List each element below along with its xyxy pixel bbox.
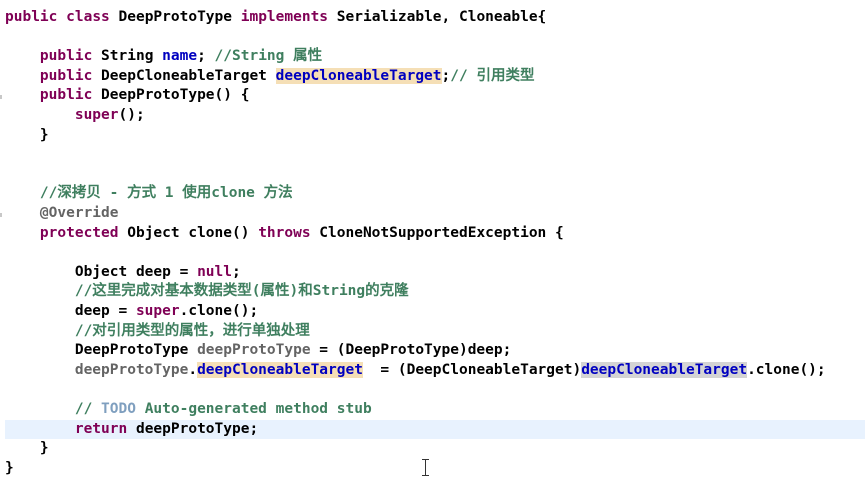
code-line[interactable]: }	[5, 126, 49, 146]
code-token: super	[74, 107, 119, 123]
code-token: //深拷贝 - 方式 1 使用clone 方法	[39, 185, 293, 202]
code-token: deepCloneableTarget	[197, 361, 363, 378]
code-line[interactable]: //深拷贝 - 方式 1 使用clone 方法	[5, 184, 293, 204]
code-line[interactable]: @Override	[5, 204, 119, 224]
code-token: }	[5, 440, 49, 457]
code-token: public	[39, 67, 93, 84]
code-token: deep =	[5, 303, 136, 319]
code-line[interactable]: }	[5, 439, 49, 459]
code-line[interactable]: //对引用类型的属性，进行单独处理	[5, 322, 310, 342]
code-line[interactable]: public String name; //String 属性	[5, 47, 322, 67]
code-line[interactable]: DeepProtoType deepProtoType = (DeepProto…	[5, 341, 512, 361]
code-token: //	[74, 401, 102, 417]
code-token: .	[188, 361, 198, 378]
code-line[interactable]: deepProtoType.deepCloneableTarget = (Dee…	[5, 361, 826, 381]
code-token: deepProtoType;	[127, 420, 259, 437]
code-token: ;	[231, 263, 241, 280]
code-token: deepProtoType	[197, 342, 311, 359]
code-token: deepProtoType	[74, 361, 189, 378]
code-token: null	[197, 263, 232, 280]
code-token: return	[74, 420, 128, 437]
code-token: DeepProtoType() {	[92, 87, 250, 104]
code-line[interactable]: // TODO Auto-generated method stub	[5, 400, 372, 420]
text-cursor-icon	[421, 459, 430, 476]
code-editor[interactable]: } } return deepProtoType; // TODO Auto-g…	[0, 0, 865, 488]
code-token: Object clone()	[118, 224, 259, 241]
code-token: }	[5, 459, 14, 476]
code-token: Auto-generated method stub	[135, 401, 372, 417]
code-token: //对引用类型的属性，进行单独处理	[74, 322, 310, 339]
code-token: public	[39, 48, 93, 65]
code-line[interactable]: public DeepProtoType() {	[5, 86, 250, 106]
code-line[interactable]: Object deep = null;	[5, 263, 241, 283]
code-token: DeepProtoType	[5, 342, 198, 359]
code-token: String	[92, 48, 163, 65]
code-line-current[interactable]: return deepProtoType;	[5, 419, 865, 440]
code-token: ;	[441, 67, 451, 84]
code-token: = (DeepProtoType)deep;	[310, 342, 512, 359]
code-token: .clone();	[179, 303, 259, 319]
code-token: @Override	[39, 205, 119, 221]
code-token: Object deep =	[5, 263, 198, 280]
code-token: implements	[240, 9, 329, 25]
code-line[interactable]: }	[5, 459, 14, 479]
code-token: name	[162, 48, 198, 65]
code-token: DeepCloneableTarget	[92, 67, 276, 84]
code-token: deepCloneableTarget	[275, 67, 442, 84]
code-token: CloneNotSupportedException {	[310, 224, 564, 241]
code-token: public	[5, 9, 58, 25]
code-token: //String 属性	[214, 48, 323, 65]
code-token: TODO	[101, 401, 136, 417]
code-token: //这里完成对基本数据类型(属性)和String的克隆	[74, 283, 409, 300]
code-token: super	[135, 303, 180, 319]
code-line[interactable]: super();	[5, 106, 145, 126]
code-token: protected	[39, 224, 119, 241]
code-line[interactable]: protected Object clone() throws CloneNot…	[5, 224, 564, 244]
code-token: = (DeepCloneableTarget)	[362, 361, 582, 378]
code-token: }	[5, 126, 49, 143]
code-token: class	[66, 9, 110, 25]
code-line[interactable]: public DeepCloneableTarget deepCloneable…	[5, 67, 534, 87]
code-token: .clone();	[747, 361, 826, 378]
code-token: // 引用类型	[450, 67, 535, 84]
code-token: Serializable, Cloneable{	[328, 9, 547, 25]
code-token: ();	[118, 107, 145, 123]
code-line[interactable]: public class DeepProtoType implements Se…	[5, 8, 546, 28]
code-token: public	[39, 87, 93, 104]
code-line[interactable]: //这里完成对基本数据类型(属性)和String的克隆	[5, 282, 409, 302]
code-token: deepCloneableTarget	[581, 361, 748, 378]
code-token: ;	[197, 48, 215, 65]
code-line[interactable]: deep = super.clone();	[5, 302, 258, 322]
gutter-marker	[0, 95, 2, 99]
code-token: throws	[258, 224, 311, 241]
code-token: DeepProtoType	[109, 9, 241, 25]
gutter-marker	[0, 213, 2, 217]
